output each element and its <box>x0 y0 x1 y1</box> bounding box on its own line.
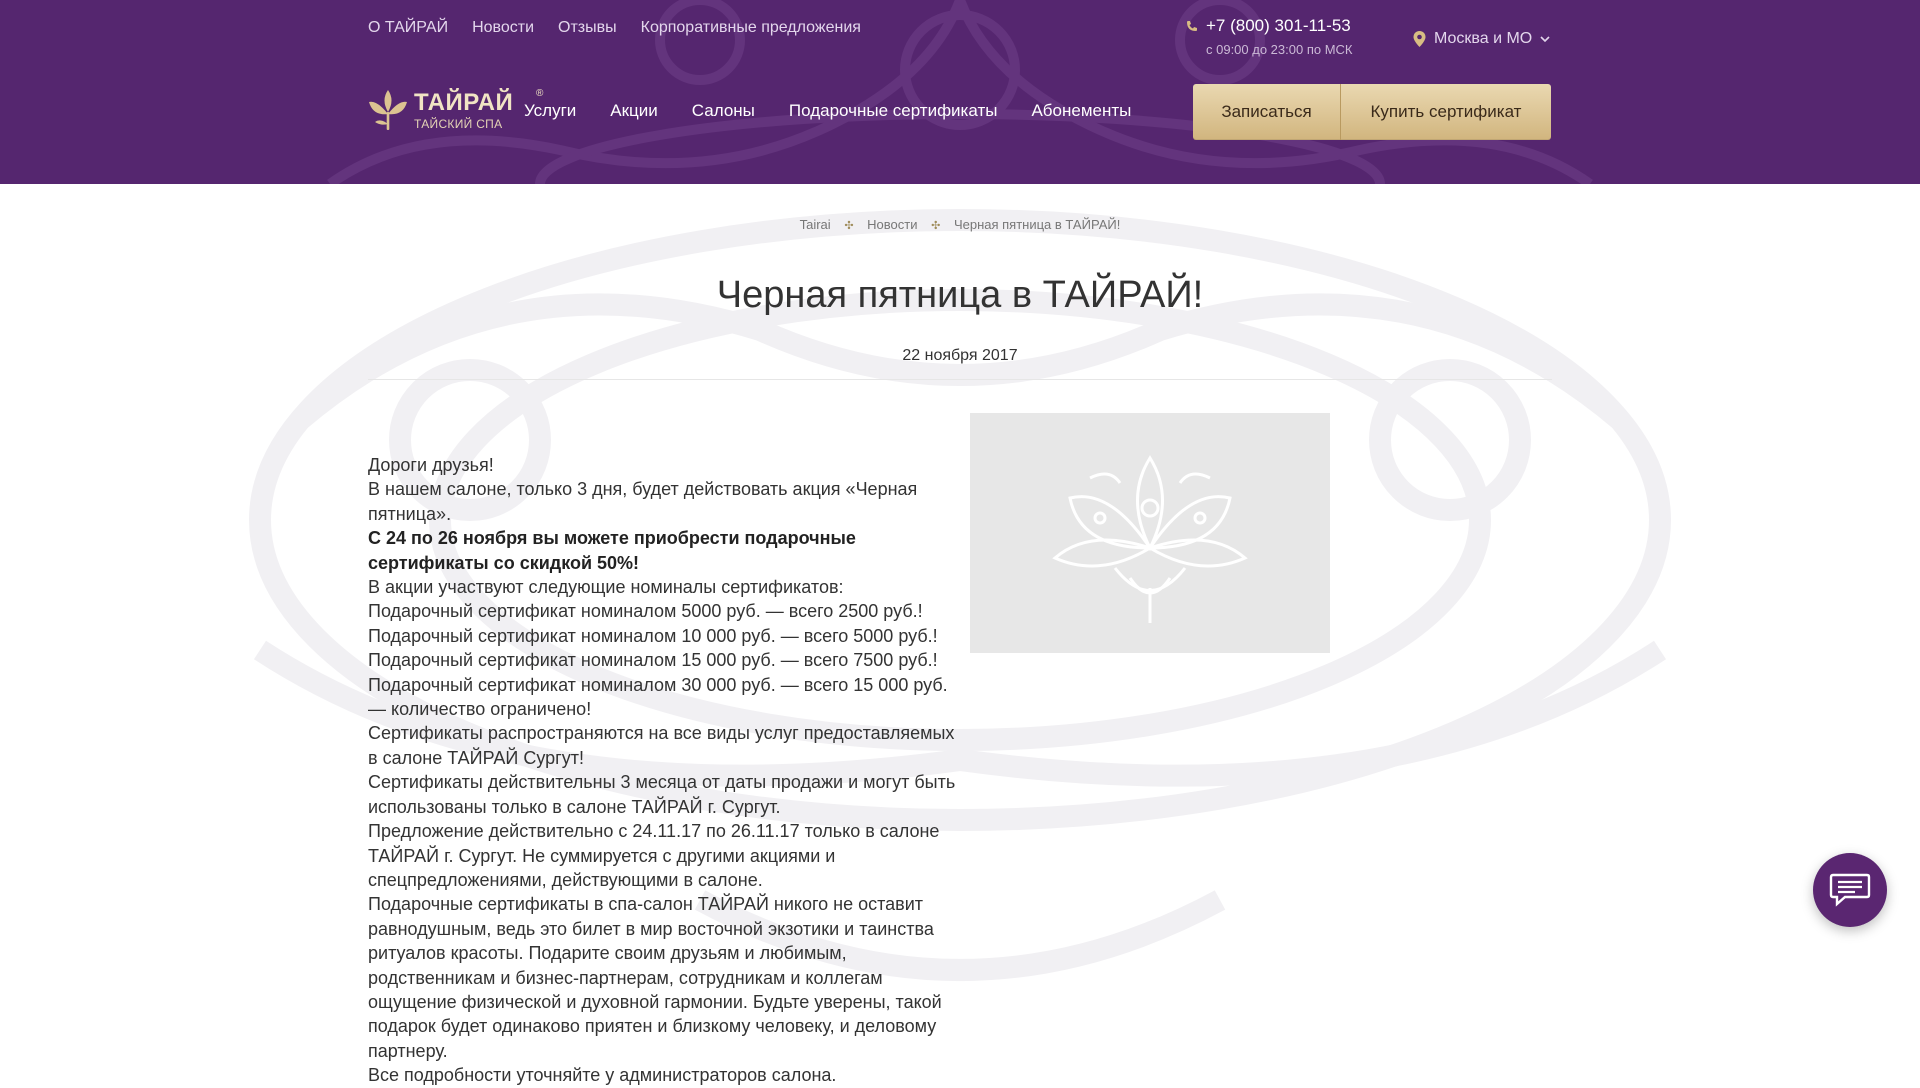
news-image-placeholder <box>970 413 1330 653</box>
logo-subtitle: ТАЙСКИЙ СПА <box>414 116 503 131</box>
main-nav-gift-certificates[interactable]: Подарочные сертификаты <box>789 101 998 121</box>
article-paragraph: Все подробности уточняйте у администрато… <box>368 1065 837 1086</box>
city-label: Москва и МО <box>1434 30 1533 47</box>
article-paragraph: Подарочный сертификат номиналом 5000 руб… <box>368 601 923 622</box>
main-nav-salons[interactable]: Салоны <box>692 101 755 121</box>
article-date: 22 ноября 2017 <box>902 347 1018 364</box>
chevron-down-icon <box>1540 35 1550 42</box>
page-title: Черная пятница в ТАЙРАЙ! <box>716 274 1204 316</box>
article-paragraph: Подарочные сертификаты в спа-салон ТАЙРА… <box>368 894 942 1061</box>
article-paragraph: Подарочный сертификат номиналом 15 000 р… <box>368 650 938 671</box>
phone-icon <box>1187 21 1197 31</box>
article-paragraph: Сертификаты распространяются на все виды… <box>368 723 955 768</box>
site-logo[interactable]: ТАЙРАЙ ТАЙСКИЙ СПА ® <box>368 88 543 132</box>
article-paragraph: В нашем салоне, только 3 дня, будет дейс… <box>368 479 918 524</box>
lotus-ornament-icon <box>1052 455 1248 623</box>
logo-name: ТАЙРАЙ <box>414 88 514 116</box>
phone-hours: с 09:00 до 23:00 по МСК <box>1206 42 1353 57</box>
article-paragraph: Предложение действительно с 24.11.17 по … <box>368 821 940 890</box>
main-nav-promotions[interactable]: Акции <box>610 101 658 121</box>
site-header: О ТАЙРАЙ Новости Отзывы Корпоративные пр… <box>0 0 1920 184</box>
header-buttons: Записаться Купить сертификат <box>1193 84 1551 140</box>
buy-certificate-button[interactable]: Купить сертификат <box>1341 84 1551 140</box>
city-selector[interactable]: Москва и МО <box>1413 30 1550 48</box>
logo-registered-mark: ® <box>536 87 544 99</box>
breadcrumb-separator-icon: ✣ <box>931 220 941 232</box>
breadcrumb-current: Черная пятница в ТАЙРАЙ! <box>953 217 1121 232</box>
top-nav-news[interactable]: Новости <box>472 19 534 37</box>
breadcrumb: Tairai ✣ Новости ✣ Черная пятница в ТАЙР… <box>0 217 1920 232</box>
article-body: Дороги друзья! В нашем салоне, только 3 … <box>368 453 958 1088</box>
lotus-logo-icon <box>369 90 407 130</box>
article-highlight-text: С 24 по 26 ноября вы можете приобрести п… <box>368 528 856 573</box>
article-paragraph: В акции участвуют следующие номиналы сер… <box>368 577 844 598</box>
article-paragraph: Сертификаты действительны 3 месяца от да… <box>368 772 956 817</box>
title-divider <box>368 379 1552 380</box>
top-nav-about[interactable]: О ТАЙРАЙ <box>368 19 448 37</box>
book-button[interactable]: Записаться <box>1193 84 1341 140</box>
article-paragraph: Подарочный сертификат номиналом 10 000 р… <box>368 625 938 646</box>
chat-button[interactable] <box>1813 853 1887 927</box>
phone-block: +7 (800) 301-11-53 с 09:00 до 23:00 по М… <box>1186 16 1353 57</box>
breadcrumb-separator-icon: ✣ <box>844 220 854 232</box>
article-highlight: С 24 по 26 ноября вы можете приобрести п… <box>368 526 958 575</box>
article-paragraph: Подарочный сертификат номиналом 30 000 р… <box>368 674 948 720</box>
chat-icon <box>1829 873 1871 907</box>
top-nav-reviews[interactable]: Отзывы <box>558 19 617 37</box>
main-nav: Услуги Акции Салоны Подарочные сертифика… <box>524 101 1131 121</box>
main-nav-services[interactable]: Услуги <box>524 101 576 121</box>
breadcrumb-home[interactable]: Tairai <box>800 217 831 232</box>
top-nav-corporate[interactable]: Корпоративные предложения <box>641 19 861 37</box>
article-paragraph: Дороги друзья! <box>368 455 494 475</box>
header-ornament <box>327 0 1593 184</box>
location-pin-icon <box>1413 31 1426 47</box>
top-nav: О ТАЙРАЙ Новости Отзывы Корпоративные пр… <box>368 19 861 37</box>
breadcrumb-news[interactable]: Новости <box>867 217 917 232</box>
main-nav-subscriptions[interactable]: Абонементы <box>1031 101 1131 121</box>
phone-number[interactable]: +7 (800) 301-11-53 <box>1206 16 1351 36</box>
